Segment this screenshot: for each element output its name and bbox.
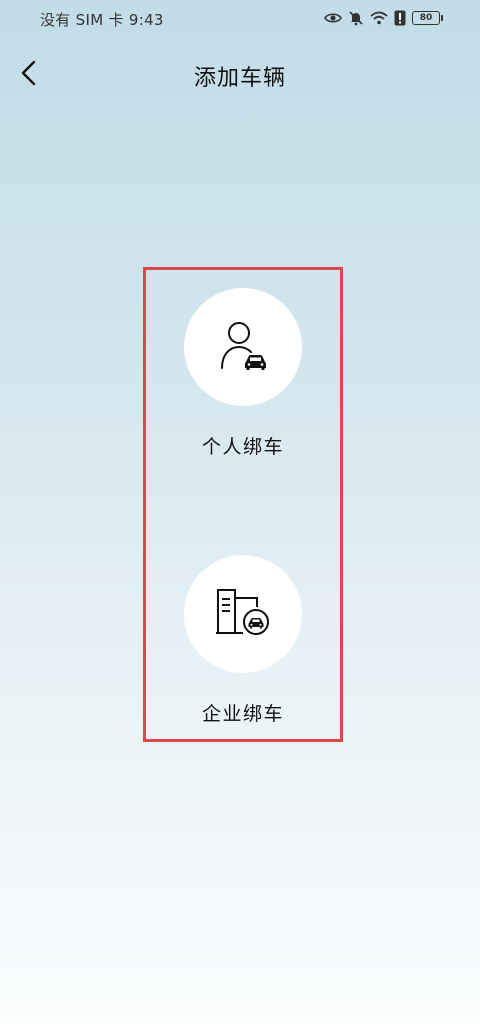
enterprise-bind-label: 企业绑车 [201, 703, 284, 725]
status-icons: 80 [324, 8, 443, 28]
carrier-time-text: 没有 SIM 卡 9:43 [40, 11, 164, 29]
bell-muted-icon [348, 10, 364, 26]
enterprise-icon-circle[interactable] [184, 555, 302, 673]
battery-icon: 80 [412, 11, 443, 25]
nav-bar: 添加车辆 [0, 52, 480, 98]
status-bar: 没有 SIM 卡 9:43 80 [0, 0, 480, 36]
personal-bind-option[interactable]: 个人绑车 [146, 288, 340, 459]
person-car-icon [218, 318, 268, 376]
personal-bind-label: 个人绑车 [201, 436, 284, 458]
eye-icon [324, 11, 342, 25]
wifi-icon [370, 11, 388, 25]
highlight-frame: 个人绑车 企业绑车 [143, 267, 343, 742]
personal-icon-circle[interactable] [184, 288, 302, 406]
building-car-icon [215, 587, 271, 641]
enterprise-bind-option[interactable]: 企业绑车 [146, 555, 340, 726]
page-title: 添加车辆 [193, 66, 286, 91]
alert-icon [394, 10, 406, 26]
battery-level: 80 [419, 12, 433, 23]
